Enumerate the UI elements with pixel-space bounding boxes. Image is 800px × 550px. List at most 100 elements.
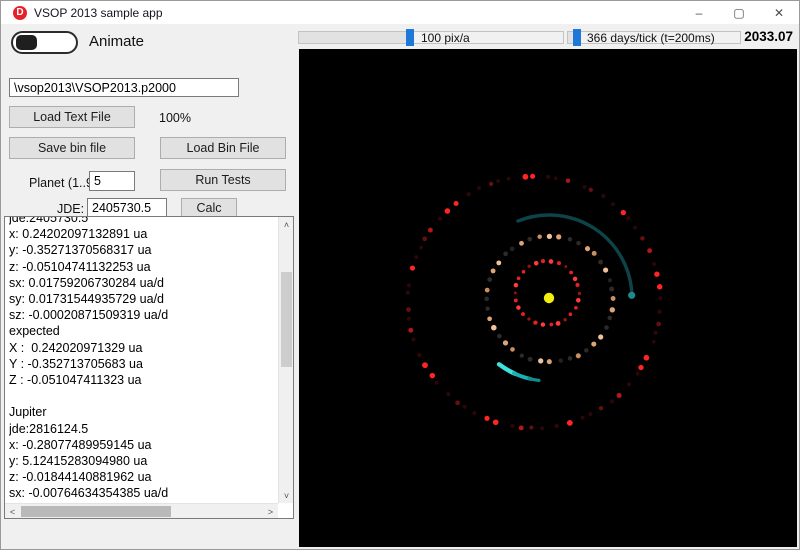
planet-dot [628,291,636,299]
outer-red-orbit-dot [588,187,593,192]
jde-input[interactable] [87,198,167,217]
log-line: Jupiter [9,405,47,420]
tan-orbit-dot [484,287,490,293]
tan-orbit-dot [491,324,497,331]
tan-orbit-dot [496,260,502,266]
outer-red-orbit-dot [506,176,511,181]
scroll-up-icon[interactable]: ˄ [279,217,293,232]
tan-orbit-dot [603,267,609,273]
outer-red-orbit-dot [446,392,451,397]
outer-red-orbit-dot [633,225,638,230]
progress-percent-label: 100% [159,111,191,125]
tan-orbit-dot [510,347,515,352]
outer-red-orbit-dot [620,209,626,216]
tan-orbit-dot [576,240,581,246]
orbit-canvas [299,49,797,547]
pix-slider-thumb[interactable] [406,29,414,46]
outer-red-orbit-dot [554,423,559,429]
output-log[interactable]: jde:2405730.5 x: 0.24202097132891 ua y: -0… [4,216,294,519]
file-path-input[interactable] [9,78,239,97]
tan-orbit-dot [527,236,533,242]
inner-red-orbit-dot [533,260,539,266]
output-log-text: jde:2405730.5 x: 0.24202097132891 ua y: -0… [9,217,277,503]
outer-red-orbit-dot [455,400,460,406]
log-line: sy: 0.01731544935729 ua/d [9,292,164,307]
app-icon: D [13,5,27,20]
outer-red-orbit-dot [643,354,650,361]
outer-red-orbit-dot [565,178,571,183]
inner-red-orbit-dot [563,317,567,322]
tan-orbit-dot [490,268,496,274]
inner-red-orbit-dot [540,322,546,327]
outer-red-orbit-dot [635,371,640,376]
maximize-button[interactable]: ▢ [719,1,759,24]
load-text-file-button[interactable]: Load Text File [9,106,135,128]
animate-label: Animate [89,33,145,50]
days-per-tick-slider[interactable]: 366 days/tick (t=200ms) [567,29,741,46]
scroll-down-icon[interactable]: ˅ [279,488,293,503]
outer-red-orbit-dot [406,283,411,288]
days-slider-thumb[interactable] [573,29,581,46]
outer-red-orbit-dot [601,193,606,199]
log-line: x: -0.28077489959145 ua [9,437,152,452]
slider-fill [299,32,406,43]
tan-orbit-dot [598,259,604,265]
log-line: y: 5.12415283094980 ua [9,454,148,469]
tan-orbit-dot [503,251,508,257]
outer-red-orbit-dot [610,202,615,207]
pix-slider-label: 100 pix/a [421,31,470,45]
title-bar: D VSOP 2013 sample app – ▢ ✕ [1,1,799,24]
horizontal-scrollbar[interactable]: ˂ ˃ [5,503,278,518]
outer-red-orbit-dot [553,176,558,181]
outer-red-orbit-dot [429,372,436,379]
load-bin-file-button[interactable]: Load Bin File [160,137,286,159]
outer-red-orbit-dot [408,327,414,333]
outer-red-orbit-dot [598,405,604,411]
pix-per-year-slider[interactable]: 100 pix/a [298,29,564,46]
minimize-button[interactable]: – [679,1,719,24]
planet-trail-arc [527,376,541,382]
outer-red-orbit-dot [414,255,419,260]
sun-icon [543,292,555,304]
inner-red-orbit-dot [527,264,531,268]
outer-red-orbit-dot [530,173,536,179]
horizontal-scroll-thumb[interactable] [21,506,171,517]
outer-red-orbit-dot [427,227,433,233]
inner-red-orbit-dot [575,282,580,288]
tan-orbit-dot [538,358,544,364]
vertical-scroll-thumb[interactable] [281,272,292,367]
outer-red-orbit-dot [453,200,459,207]
outer-red-orbit-dot [658,296,663,301]
outer-red-orbit-dot [638,364,644,371]
inner-red-orbit-dot [540,259,546,264]
tan-orbit-dot [484,296,490,302]
outer-red-orbit-dot [647,248,653,254]
inner-red-orbit-dot [572,276,578,282]
tan-orbit-dot [487,277,493,282]
inner-red-orbit-dot [569,270,573,275]
scroll-right-icon[interactable]: ˃ [263,504,278,518]
run-tests-button[interactable]: Run Tests [160,169,286,191]
outer-red-orbit-dot [609,399,615,404]
planet-number-input[interactable] [89,171,135,191]
outer-red-orbit-dot [566,420,573,426]
inner-red-orbit-dot [555,321,561,326]
tan-orbit-dot [509,246,515,252]
outer-red-orbit-dot [626,382,632,387]
inner-red-orbit-dot [549,322,554,327]
inner-red-orbit-dot [521,269,526,274]
animate-toggle[interactable] [11,31,78,54]
outer-red-orbit-dot [518,425,524,431]
vertical-scrollbar[interactable]: ˄ ˅ [278,217,293,503]
outer-red-orbit-dot [651,339,656,344]
calc-button[interactable]: Calc [181,198,237,217]
save-bin-file-button[interactable]: Save bin file [9,137,135,159]
close-button[interactable]: ✕ [759,1,799,24]
outer-red-orbit-dot [492,419,499,426]
orbit-svg [405,173,663,431]
inner-red-orbit-dot [513,298,518,303]
log-line: X : 0.242020971329 ua [9,340,143,355]
log-line: Y : -0.352713705683 ua [9,356,143,371]
scroll-left-icon[interactable]: ˂ [5,504,20,518]
log-line: expected [9,324,60,339]
